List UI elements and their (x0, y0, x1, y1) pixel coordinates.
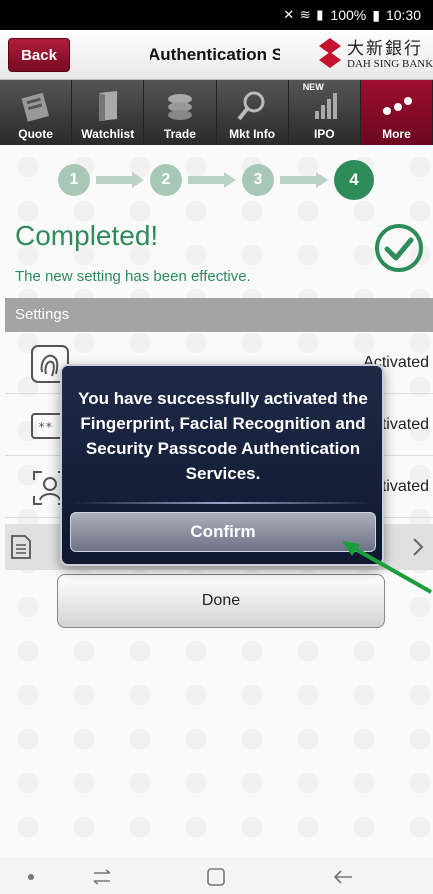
page-title-text: Authentication Settings (150, 45, 280, 64)
completed-title: Completed! (15, 220, 159, 251)
nav-quote[interactable]: Quote (0, 80, 73, 145)
nav-mkt-info[interactable]: Mkt Info (217, 80, 289, 145)
main-nav: Quote Watchlist Trade Mkt Info NEW IPO M… (0, 80, 433, 145)
completed-subtitle: The new setting has been effective. (15, 268, 251, 285)
more-icon (383, 97, 413, 115)
document-icon (11, 535, 31, 559)
app-header: Back Authentication Settings 大新銀行 DAH SI… (0, 30, 433, 80)
battery-icon: ▮ (372, 6, 380, 23)
quote-icon (21, 92, 49, 122)
confirm-button[interactable]: Confirm (70, 512, 376, 552)
recent-apps-icon[interactable] (90, 868, 114, 886)
check-circle-icon (375, 224, 423, 272)
back-nav-icon[interactable] (332, 868, 354, 886)
settings-section-header: Settings (5, 298, 433, 332)
bank-logo: 大新銀行 DAH SING BANK (317, 34, 433, 76)
trade-icon (167, 94, 192, 120)
system-navigation-bar (0, 858, 433, 894)
mkt-info-icon (237, 91, 265, 121)
logo-chinese-text: 大新銀行 (347, 39, 423, 59)
nav-ipo[interactable]: NEW IPO (289, 80, 361, 145)
step-arrow-icon (188, 172, 236, 188)
home-icon[interactable] (205, 866, 227, 888)
new-badge: NEW (302, 82, 324, 92)
nav-label: Quote (18, 127, 53, 141)
nav-dot-icon[interactable] (28, 874, 34, 880)
annotation-arrow-icon (342, 541, 432, 594)
nav-watchlist[interactable]: Watchlist (72, 80, 145, 145)
battery-level: 100% (330, 7, 367, 23)
bank-logo-mark-icon (319, 38, 341, 68)
nav-label: Mkt Info (229, 127, 276, 141)
page-title: Authentication Settings (150, 30, 280, 80)
nav-more[interactable]: More (360, 80, 433, 145)
logo-english-text: DAH SING BANK (347, 58, 433, 70)
signal-icons: ✕ ≋ ▮ (283, 7, 325, 22)
step-arrow-icon (280, 172, 328, 188)
step-3: 3 (242, 164, 274, 196)
ipo-icon (315, 93, 338, 119)
step-1: 1 (58, 164, 90, 196)
status-bar: ✕ ≋ ▮ 100% ▮ 10:30 (0, 0, 433, 30)
dialog-message: You have successfully activated the Fing… (78, 389, 368, 483)
nav-label: Trade (163, 127, 196, 141)
step-arrow-icon (96, 172, 144, 188)
nav-label: More (382, 127, 411, 141)
watchlist-icon (98, 91, 117, 121)
back-button[interactable]: Back (8, 38, 70, 72)
nav-label: Watchlist (81, 127, 135, 141)
clock: 10:30 (385, 7, 421, 23)
dialog-divider (72, 502, 374, 504)
step-4: 4 (334, 160, 374, 200)
nav-trade[interactable]: Trade (144, 80, 217, 145)
step-indicator: 1 2 3 4 (58, 160, 398, 200)
svg-text:**: ** (38, 420, 52, 434)
nav-label: IPO (313, 127, 335, 141)
step-2: 2 (150, 164, 182, 196)
